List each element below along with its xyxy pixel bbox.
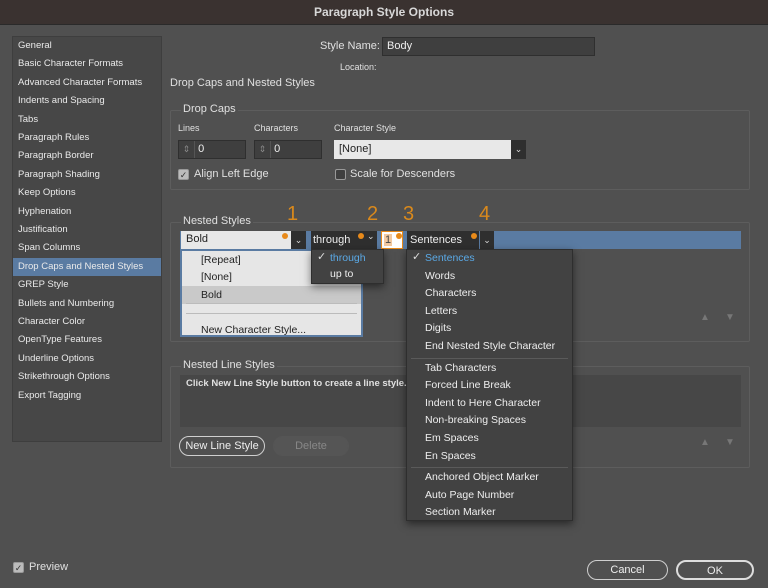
sidebar-item[interactable]: OpenType Features	[13, 331, 161, 349]
nested-character-style-select[interactable]: Bold	[181, 231, 291, 249]
annotation-dot	[396, 233, 402, 239]
annotation-number: 1	[287, 203, 299, 225]
sidebar-item[interactable]: Drop Caps and Nested Styles	[13, 257, 161, 276]
sidebar-item[interactable]: Advanced Character Formats	[13, 74, 161, 92]
character-style-select[interactable]: [None]	[334, 140, 512, 159]
style-name-input[interactable]: Body	[382, 37, 595, 56]
menu-separator	[186, 303, 357, 304]
sidebar-item[interactable]: Basic Character Formats	[13, 55, 161, 73]
menu-item[interactable]: Auto Page Number	[407, 487, 572, 504]
chevron-down-icon[interactable]: ⌄	[291, 231, 306, 249]
menu-item[interactable]: Characters	[407, 285, 572, 302]
menu-item[interactable]: En Spaces	[407, 448, 572, 465]
location-label: Location:	[340, 62, 377, 72]
relation-menu: through up to ✓	[311, 249, 384, 284]
menu-item[interactable]: Forced Line Break	[407, 377, 572, 394]
annotation-dot	[282, 233, 288, 239]
sidebar-item[interactable]: Indents and Spacing	[13, 92, 161, 110]
menu-separator	[411, 467, 568, 469]
nested-line-styles-title: Nested Line Styles	[181, 359, 277, 371]
menu-item[interactable]: Anchored Object Marker	[407, 469, 572, 486]
lines-stepper[interactable]: ⇕ 0	[178, 140, 246, 159]
characters-stepper[interactable]: ⇕ 0	[254, 140, 322, 159]
sidebar-item[interactable]: GREP Style	[13, 276, 161, 294]
stepper-arrows-icon[interactable]: ⇕	[255, 141, 271, 158]
menu-item[interactable]: New Character Style...	[182, 321, 361, 339]
menu-item[interactable]: Words	[407, 268, 572, 285]
sidebar-item[interactable]: Paragraph Border	[13, 147, 161, 165]
characters-value: 0	[274, 143, 281, 155]
menu-item[interactable]: Letters	[407, 303, 572, 320]
chevron-down-icon[interactable]: ⌄	[367, 231, 375, 242]
character-style-label: Character Style	[334, 123, 397, 133]
lines-value: 0	[198, 143, 205, 155]
scale-descenders-checkbox[interactable]	[335, 169, 346, 180]
checkmark-icon: ✓	[412, 251, 422, 263]
sidebar-item[interactable]: Paragraph Shading	[13, 166, 161, 184]
sidebar-item[interactable]: Strikethrough Options	[13, 368, 161, 386]
sidebar-item[interactable]: Keep Options	[13, 184, 161, 202]
menu-item[interactable]: Em Spaces	[407, 430, 572, 447]
nested-styles-title: Nested Styles	[181, 215, 253, 227]
sidebar-item[interactable]: Justification	[13, 221, 161, 239]
sidebar-item[interactable]: Tabs	[13, 111, 161, 129]
sidebar-item[interactable]: Character Color	[13, 313, 161, 331]
menu-item[interactable]: Sentences	[407, 250, 572, 267]
drop-caps-title: Drop Caps	[181, 103, 238, 115]
annotation-dot	[471, 233, 477, 239]
preview-label: Preview	[29, 561, 69, 573]
ok-button[interactable]: OK	[676, 560, 754, 580]
sidebar-item[interactable]: Span Columns	[13, 239, 161, 257]
cancel-button[interactable]: Cancel	[587, 560, 668, 580]
move-down-icon[interactable]: ▼	[725, 312, 735, 323]
scale-descenders-label: Scale for Descenders	[350, 168, 456, 180]
sidebar-item[interactable]: General	[13, 37, 161, 55]
chevron-down-icon[interactable]: ⌄	[480, 231, 494, 249]
menu-separator	[186, 313, 357, 314]
annotation-dot	[358, 233, 364, 239]
characters-label: Characters	[254, 123, 299, 133]
menu-item[interactable]: Bold	[182, 286, 361, 304]
new-line-style-button[interactable]: New Line Style	[179, 436, 265, 456]
section-title: Drop Caps and Nested Styles	[170, 77, 315, 89]
menu-item[interactable]: End Nested Style Character	[407, 338, 572, 355]
sidebar-item[interactable]: Export Tagging	[13, 387, 161, 405]
preview-checkbox[interactable]: ✓	[13, 562, 24, 573]
menu-separator	[411, 357, 568, 359]
menu-item[interactable]: Indent to Here Character	[407, 395, 572, 412]
move-up-icon[interactable]: ▲	[700, 312, 710, 323]
lines-label: Lines	[178, 123, 200, 133]
annotation-number: 2	[367, 203, 379, 225]
annotation-number: 3	[403, 203, 415, 225]
menu-item[interactable]: Section Marker	[407, 504, 572, 521]
style-name-label: Style Name:	[320, 40, 380, 52]
menu-item[interactable]: up to	[312, 266, 383, 283]
sidebar-item[interactable]: Paragraph Rules	[13, 129, 161, 147]
move-up-icon[interactable]: ▲	[700, 437, 710, 448]
menu-item[interactable]: Non-breaking Spaces	[407, 412, 572, 429]
menu-item[interactable]: Digits	[407, 320, 572, 337]
menu-item[interactable]: Tab Characters	[407, 360, 572, 377]
stepper-arrows-icon[interactable]: ⇕	[179, 141, 195, 158]
annotation-number: 4	[479, 203, 491, 225]
align-left-edge-checkbox[interactable]: ✓	[178, 169, 189, 180]
sidebar-item[interactable]: Underline Options	[13, 350, 161, 368]
move-down-icon[interactable]: ▼	[725, 437, 735, 448]
chevron-down-icon[interactable]: ⌄	[511, 140, 526, 159]
delete-button[interactable]: Delete	[273, 436, 349, 456]
sidebar-item[interactable]: Hyphenation	[13, 203, 161, 221]
count-value: 1	[384, 234, 393, 246]
sidebar-item[interactable]: Bullets and Numbering	[13, 295, 161, 313]
sidebar: General Basic Character Formats Advanced C…	[12, 36, 162, 442]
unit-menu: Sentences Words Characters Letters Digits End…	[406, 249, 573, 521]
checkmark-icon: ✓	[317, 251, 327, 263]
title-bar: Paragraph Style Options	[0, 0, 768, 25]
unit-select[interactable]: Sentences	[407, 231, 479, 249]
line-styles-hint: Click New Line Style button to create a …	[186, 378, 407, 389]
align-left-edge-label: Align Left Edge	[194, 168, 269, 180]
